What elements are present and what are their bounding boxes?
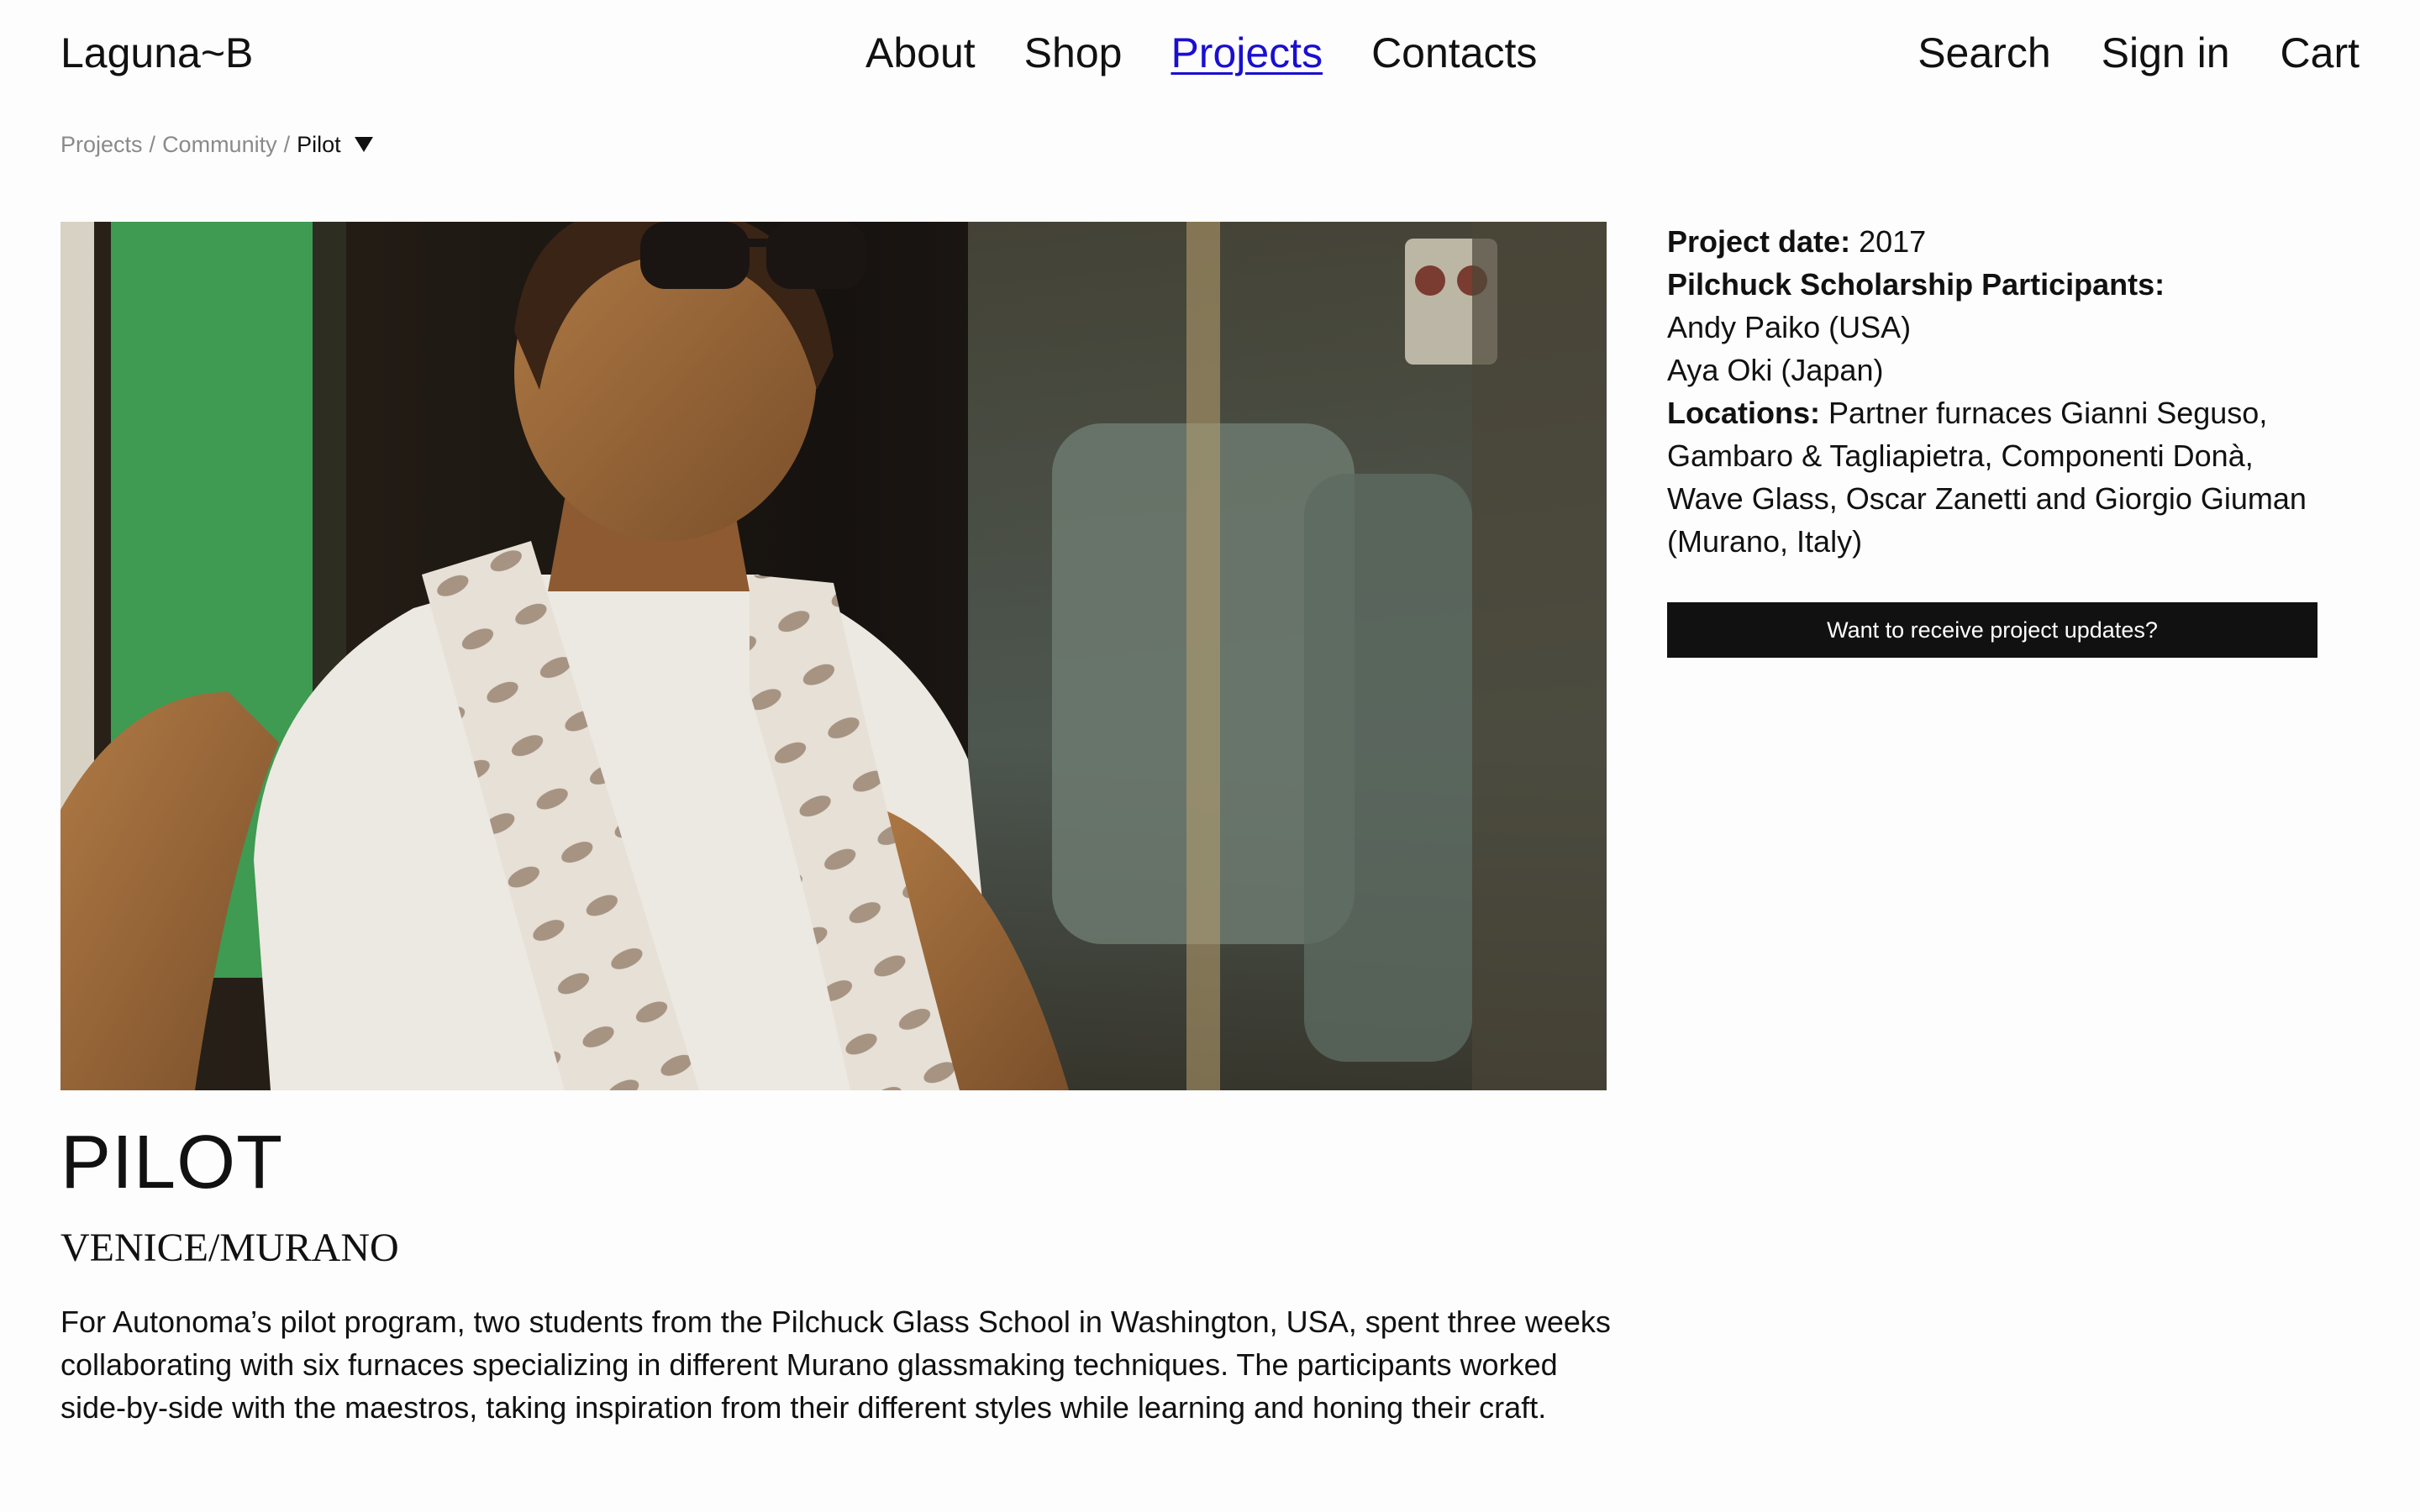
search-link[interactable]: Search bbox=[1918, 24, 2050, 82]
page: Laguna~B About Shop Projects Contacts Se… bbox=[0, 0, 2420, 1512]
breadcrumb-projects[interactable]: Projects bbox=[60, 128, 143, 161]
project-location: VENICE/MURANO bbox=[60, 1226, 399, 1270]
breadcrumb-separator: / bbox=[283, 132, 291, 157]
caret-down-icon[interactable] bbox=[354, 137, 373, 152]
cart-link[interactable]: Cart bbox=[2281, 24, 2360, 82]
breadcrumb: Projects / Community / Pilot bbox=[60, 128, 373, 161]
project-meta: Project date: 2017 Pilchuck Scholarship … bbox=[1667, 220, 2323, 563]
project-title: PILOT bbox=[60, 1121, 284, 1205]
participant-item: Andy Paiko (USA) bbox=[1667, 310, 1912, 344]
project-description: For Autonoma’s pilot program, two studen… bbox=[60, 1305, 1611, 1425]
project-updates-button[interactable]: Want to receive project updates? bbox=[1667, 602, 2317, 658]
project-date-label: Project date: bbox=[1667, 224, 1851, 259]
nav-shop[interactable]: Shop bbox=[1024, 24, 1123, 82]
sign-in-link[interactable]: Sign in bbox=[2102, 24, 2230, 82]
photo-glassmaker-icon bbox=[60, 222, 1607, 1090]
utility-nav: Search Sign in Cart bbox=[1918, 24, 2360, 82]
project-date-value: 2017 bbox=[1850, 224, 1927, 259]
participant-item: Aya Oki (Japan) bbox=[1667, 353, 1884, 387]
participants-label: Pilchuck Scholarship Participants: bbox=[1667, 267, 2165, 302]
project-date: Project date: 2017 bbox=[1667, 220, 2323, 263]
site-logo[interactable]: Laguna~B bbox=[60, 24, 253, 82]
breadcrumb-community[interactable]: Community bbox=[162, 128, 277, 161]
breadcrumb-separator: / bbox=[149, 132, 156, 157]
nav-contacts[interactable]: Contacts bbox=[1371, 24, 1537, 82]
project-locations: Locations: Partner furnaces Gianni Segus… bbox=[1667, 391, 2323, 563]
nav-about[interactable]: About bbox=[865, 24, 976, 82]
participants-heading: Pilchuck Scholarship Participants: bbox=[1667, 263, 2323, 306]
nav-projects[interactable]: Projects bbox=[1171, 24, 1323, 82]
breadcrumb-current: Pilot bbox=[297, 132, 341, 157]
hero-image bbox=[60, 222, 1607, 1090]
main-nav: About Shop Projects Contacts bbox=[865, 24, 1537, 82]
site-header: Laguna~B About Shop Projects Contacts Se… bbox=[60, 24, 2360, 82]
locations-label: Locations: bbox=[1667, 396, 1821, 430]
